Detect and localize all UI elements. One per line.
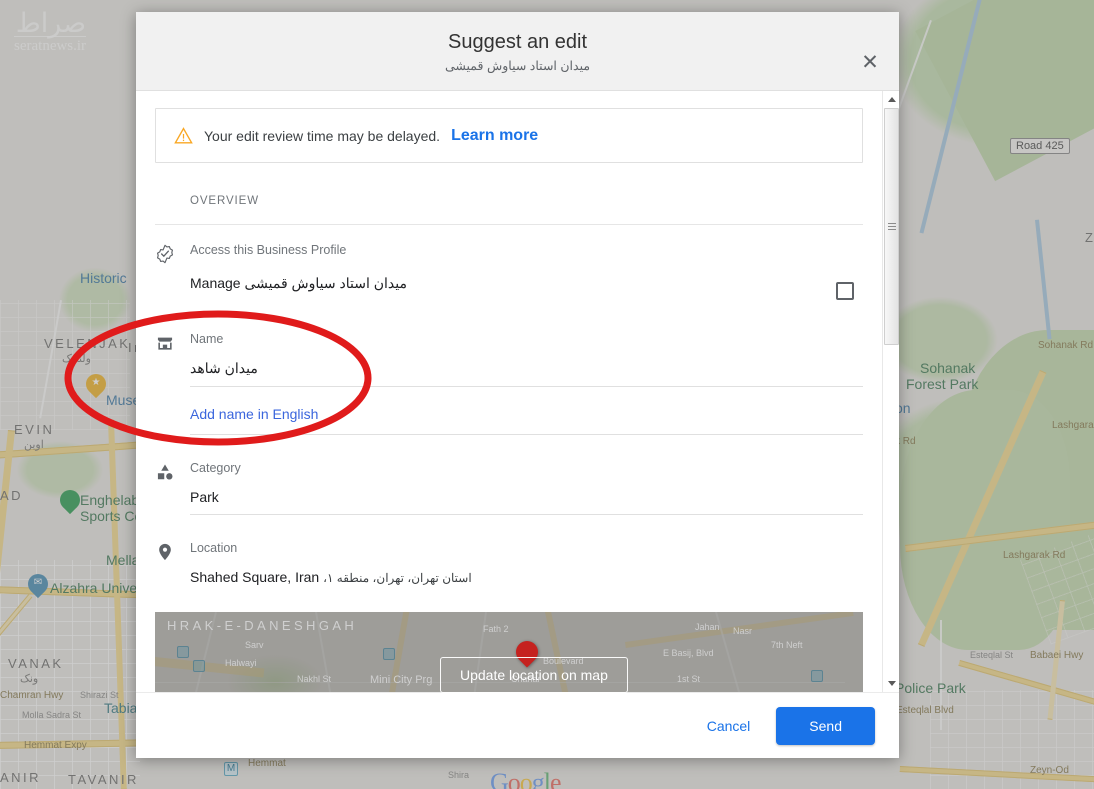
business-profile-field: Access this Business Profile Manage میدا… <box>155 225 863 300</box>
manage-line: Manage میدان استاد سیاوش قمیشی <box>190 257 863 292</box>
name-field: Name میدان شاهد Add name in English <box>155 292 863 435</box>
dialog-footer: Cancel Send <box>136 692 899 758</box>
warning-triangle-icon <box>174 127 193 144</box>
verified-badge-icon <box>155 243 190 292</box>
dialog-scrollbar[interactable] <box>882 91 899 692</box>
scrollbar-thumb[interactable] <box>884 108 899 345</box>
dialog-body: Your edit review time may be delayed. Le… <box>136 91 899 692</box>
cancel-button[interactable]: Cancel <box>691 708 767 744</box>
dialog-title: Suggest an edit <box>448 31 587 53</box>
category-value[interactable]: Park <box>190 475 863 515</box>
update-location-on-map-button[interactable]: Update location on map <box>440 657 628 693</box>
screenshot-root: صراط seratnews.ir Google Historic VELENJA… <box>0 0 1094 789</box>
shapes-icon <box>155 461 190 515</box>
dialog-scroll-area: Your edit review time may be delayed. Le… <box>136 91 882 692</box>
overview-section-header: OVERVIEW <box>155 163 863 225</box>
scrollbar-track[interactable] <box>883 108 899 675</box>
close-icon[interactable]: ✕ <box>855 48 885 78</box>
add-name-in-english-link[interactable]: Add name in English <box>190 387 863 435</box>
name-label: Name <box>190 332 224 346</box>
business-profile-label: Access this Business Profile <box>190 243 347 257</box>
send-button[interactable]: Send <box>776 706 875 745</box>
dialog-subtitle: میدان استاد سیاوش قمیشی <box>444 59 591 73</box>
scroll-up-arrow-icon[interactable] <box>883 91 899 108</box>
location-value[interactable]: Shahed Square, Iran استان تهران، تهران، … <box>190 555 863 594</box>
scrollbar-grip-icon <box>888 222 896 231</box>
manage-business-name: میدان استاد سیاوش قمیشی <box>244 275 407 291</box>
scroll-down-arrow-icon[interactable] <box>883 675 899 692</box>
location-value-en: Shahed Square, Iran <box>190 569 320 585</box>
location-label: Location <box>190 541 238 555</box>
name-value[interactable]: میدان شاهد <box>190 346 863 387</box>
delay-notice: Your edit review time may be delayed. Le… <box>155 108 863 163</box>
location-field: Location Shahed Square, Iran استان تهران… <box>155 515 863 594</box>
learn-more-link[interactable]: Learn more <box>451 127 538 145</box>
manage-link[interactable]: Manage <box>190 275 241 291</box>
dialog-header: Suggest an edit میدان استاد سیاوش قمیشی … <box>136 12 899 91</box>
location-value-fa: استان تهران، تهران، منطقه ۱، <box>323 571 472 585</box>
location-pin-icon <box>155 541 190 594</box>
notice-text: Your edit review time may be delayed. <box>204 127 441 144</box>
category-field: Category Park <box>155 435 863 515</box>
storefront-icon <box>155 332 190 435</box>
category-label: Category <box>190 461 241 475</box>
